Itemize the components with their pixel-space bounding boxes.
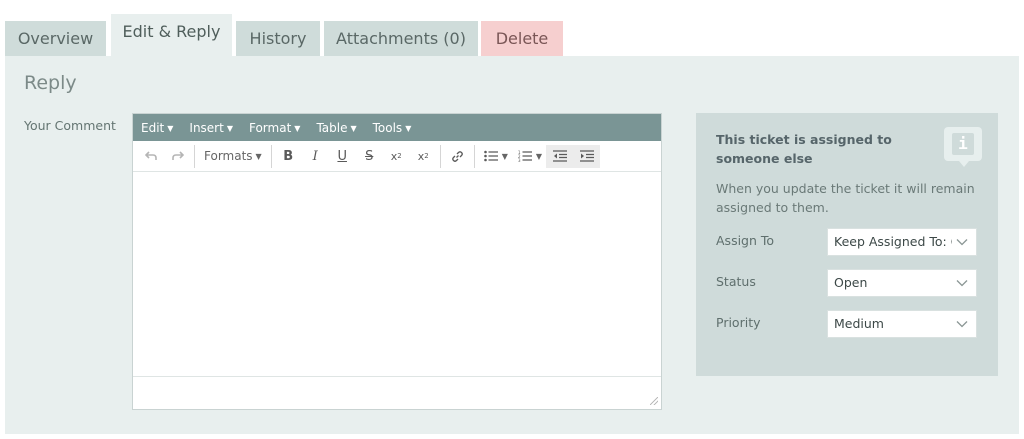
assign-to-value: Keep Assigned To: Q\ bbox=[834, 234, 952, 249]
toolbar-separator bbox=[270, 144, 272, 168]
bullet-list-icon[interactable] bbox=[478, 145, 505, 168]
toolbar-separator bbox=[439, 144, 441, 168]
italic-icon[interactable]: I bbox=[302, 145, 329, 168]
editor-menubar: Edit ▼ Insert ▼ Format ▼ Table ▼ Tools ▼ bbox=[133, 114, 661, 141]
tab-history[interactable]: History bbox=[236, 21, 320, 56]
assign-to-select[interactable]: Keep Assigned To: Q\ bbox=[827, 228, 977, 256]
caret-down-icon: ▼ bbox=[294, 123, 301, 133]
edit-reply-panel: Reply Your Comment Edit ▼ Insert ▼ Format ▼… bbox=[5, 56, 1019, 434]
chevron-down-icon bbox=[956, 280, 968, 287]
tab-attachments[interactable]: Attachments (0) bbox=[324, 21, 478, 56]
redo-icon[interactable] bbox=[164, 145, 191, 168]
menu-tools[interactable]: Tools ▼ bbox=[373, 121, 412, 135]
menu-insert[interactable]: Insert ▼ bbox=[189, 121, 233, 135]
status-select[interactable]: Open bbox=[827, 269, 977, 297]
undo-icon[interactable] bbox=[137, 145, 164, 168]
subscript-icon[interactable]: x2 bbox=[410, 145, 437, 168]
caret-down-icon: ▼ bbox=[350, 123, 357, 133]
priority-select[interactable]: Medium bbox=[827, 310, 977, 338]
assign-to-label: Assign To bbox=[716, 233, 775, 248]
info-icon: i bbox=[944, 127, 982, 167]
menu-format[interactable]: Format ▼ bbox=[249, 121, 300, 135]
indent-icon[interactable] bbox=[573, 144, 601, 168]
caret-down-icon: ▼ bbox=[226, 123, 233, 133]
info-text: When you update the ticket it will remai… bbox=[716, 181, 975, 215]
caret-down-icon[interactable]: ▼ bbox=[502, 152, 508, 161]
underline-icon[interactable]: U bbox=[329, 145, 356, 168]
tab-overview[interactable]: Overview bbox=[5, 21, 106, 56]
svg-text:3: 3 bbox=[518, 158, 521, 162]
tab-edit-reply[interactable]: Edit & Reply bbox=[111, 14, 232, 56]
caret-down-icon[interactable]: ▼ bbox=[536, 152, 542, 161]
formats-dropdown[interactable]: Formats ▼ bbox=[198, 145, 268, 168]
menu-edit[interactable]: Edit ▼ bbox=[141, 121, 173, 135]
status-label: Status bbox=[716, 274, 756, 289]
outdent-icon[interactable] bbox=[546, 144, 574, 168]
caret-down-icon: ▼ bbox=[167, 123, 174, 133]
toolbar-separator bbox=[194, 144, 195, 168]
chevron-down-icon bbox=[956, 321, 968, 328]
rich-text-editor: Edit ▼ Insert ▼ Format ▼ Table ▼ Tools ▼ Form… bbox=[132, 113, 662, 410]
comment-label: Your Comment bbox=[24, 118, 116, 133]
section-title: Reply bbox=[24, 72, 77, 94]
numbered-list-icon[interactable]: 123 bbox=[512, 145, 539, 168]
caret-down-icon: ▼ bbox=[405, 123, 412, 133]
resize-handle-icon[interactable] bbox=[650, 397, 658, 405]
info-title: This ticket is assigned to someone else bbox=[716, 132, 892, 166]
editor-statusbar bbox=[133, 377, 661, 408]
comment-text-area[interactable] bbox=[133, 172, 661, 377]
editor-toolbar: Formats ▼ B I U S x2 x2 ▼ 123 ▼ bbox=[133, 141, 661, 172]
bold-icon[interactable]: B bbox=[275, 145, 302, 168]
priority-label: Priority bbox=[716, 315, 761, 330]
chevron-down-icon bbox=[956, 239, 968, 246]
assignment-info-box: This ticket is assigned to someone else … bbox=[696, 113, 998, 376]
link-icon[interactable] bbox=[444, 145, 471, 168]
toolbar-separator bbox=[473, 144, 475, 168]
menu-table[interactable]: Table ▼ bbox=[316, 121, 356, 135]
tab-delete[interactable]: Delete bbox=[481, 21, 563, 56]
superscript-icon[interactable]: x2 bbox=[383, 145, 410, 168]
strikethrough-icon[interactable]: S bbox=[356, 145, 383, 168]
info-glyph: i bbox=[952, 133, 974, 155]
status-value: Open bbox=[834, 275, 868, 290]
priority-value: Medium bbox=[834, 316, 884, 331]
caret-down-icon: ▼ bbox=[255, 151, 262, 161]
